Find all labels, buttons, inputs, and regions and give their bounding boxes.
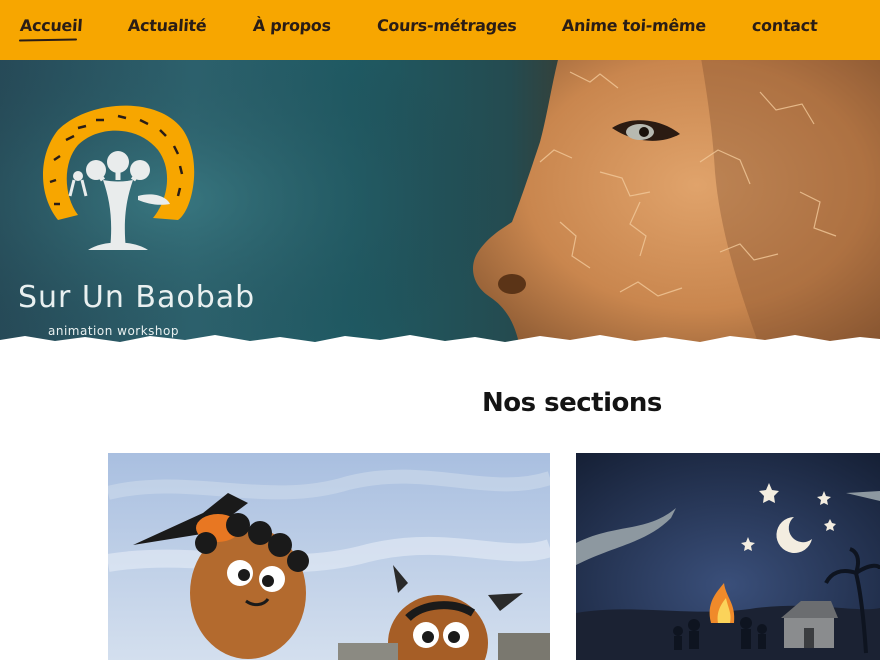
section-card-2[interactable]	[576, 453, 880, 660]
section-title: Nos sections	[482, 388, 662, 418]
card-2-image	[576, 453, 880, 660]
hero-banner: Sur Un Baobab animation workshop	[0, 52, 880, 348]
card-1-image	[108, 453, 550, 660]
nav-item-courts-metrages[interactable]: Cours-métrages	[376, 16, 517, 35]
nav-item-anime-toi-meme[interactable]: Anime toi-même	[562, 16, 707, 35]
hero-torn-edge	[0, 335, 880, 352]
nav-item-actualite[interactable]: Actualité	[128, 16, 208, 35]
section-card-1[interactable]	[108, 453, 550, 660]
nav-torn-edge	[0, 48, 880, 60]
baobab-logo-icon[interactable]	[18, 100, 218, 280]
nav-item-a-propos[interactable]: À propos	[252, 16, 331, 35]
nav-item-contact[interactable]: contact	[752, 16, 819, 35]
nav-list: Accueil Actualité À propos Cours-métrage…	[19, 16, 864, 35]
brand-title: Sur Un Baobab	[18, 280, 256, 315]
nav-item-accueil[interactable]: Accueil	[19, 16, 83, 35]
